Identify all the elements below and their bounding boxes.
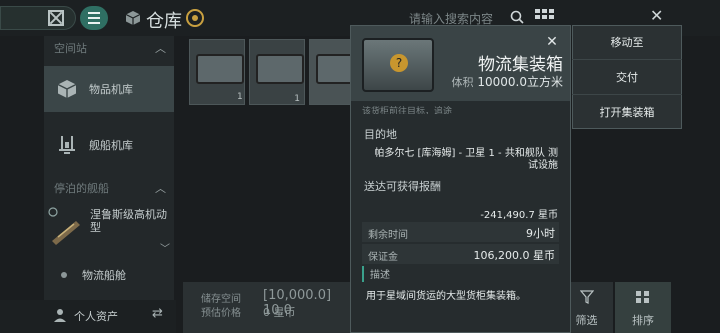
- deliver-button[interactable]: 交付: [572, 61, 682, 95]
- description-text: 用于星域间货运的大型货柜集装箱。: [366, 291, 526, 302]
- remaining-time-value: 9小时: [526, 227, 555, 240]
- sidebar-item-label: 物流船舱: [82, 269, 126, 282]
- storage-summary: 储存空间 预估价格 [10,000.0] 10,0 0 星币: [183, 282, 360, 333]
- deposit-value: 106,200.0 星币: [473, 249, 555, 262]
- section-label: 空间站: [54, 42, 87, 55]
- personal-assets-label[interactable]: 个人资产: [74, 308, 118, 324]
- close-box-icon[interactable]: [48, 10, 64, 26]
- chevron-up-icon: ︿: [155, 42, 166, 55]
- sort-button[interactable]: 排序: [615, 282, 671, 333]
- deposit-label: 保证金: [368, 252, 398, 263]
- section-label: 停泊的舰船: [54, 182, 109, 195]
- remaining-time-row: 剩余时间 9小时: [362, 222, 559, 242]
- menu-line-icon: [88, 12, 100, 14]
- back-button[interactable]: [0, 6, 76, 30]
- grid-view-icon[interactable]: [535, 9, 555, 25]
- sidebar-item-logistics[interactable]: 物流船舱: [44, 252, 174, 298]
- popup-close-icon[interactable]: ✕: [544, 34, 560, 50]
- description-header: 描述: [362, 266, 559, 282]
- chevron-up-icon: ︿: [155, 182, 166, 195]
- search-icon[interactable]: [510, 10, 524, 24]
- menu-line-icon: [88, 17, 100, 19]
- estimated-value: 0 星币: [263, 306, 296, 319]
- swap-icon[interactable]: ⇄: [152, 306, 163, 321]
- section-header-station[interactable]: 空间站 ︿: [44, 40, 174, 58]
- question-mark-icon: ?: [390, 54, 408, 72]
- crate-icon: [256, 54, 304, 84]
- menu-button[interactable]: [80, 6, 108, 30]
- move-to-button[interactable]: 移动至: [572, 26, 682, 60]
- volume-label: 体积: [451, 76, 474, 89]
- currency-icon[interactable]: [186, 9, 204, 27]
- ship-hangar-icon: [59, 136, 75, 154]
- ship-name: 涅鲁斯级高机动型: [90, 208, 167, 234]
- inventory-slot[interactable]: 1: [249, 39, 305, 105]
- item-volume: 体积 10000.0立方米: [438, 73, 563, 90]
- window-close-icon[interactable]: ✕: [650, 8, 666, 24]
- slot-count: 1: [237, 92, 243, 102]
- crate-icon: [196, 54, 244, 84]
- page-title: 仓库: [146, 11, 182, 32]
- remaining-time-label: 剩余时间: [368, 230, 408, 241]
- storage-space-label: 储存空间: [201, 294, 241, 305]
- estimated-value-label: 预估价格: [201, 308, 241, 319]
- logistics-container-icon: ?: [362, 38, 434, 92]
- filter-icon: [580, 290, 594, 304]
- reward-value: -241,490.7 星币: [480, 210, 558, 221]
- menu-line-icon: [88, 22, 100, 24]
- volume-value: 10000.0立方米: [477, 75, 563, 89]
- open-container-button[interactable]: 打开集装箱: [572, 96, 682, 130]
- reward-label: 送达可获得报酬: [364, 180, 441, 193]
- cube-icon: [125, 11, 141, 25]
- destination-label: 目的地: [364, 128, 397, 141]
- slot-count: 1: [294, 94, 300, 104]
- sidebar-item-ship-hangar[interactable]: 舰船机库: [44, 122, 174, 168]
- sidebar-item-label: 舰船机库: [89, 139, 133, 152]
- sidebar-item-item-hangar[interactable]: 物品机库: [44, 66, 174, 112]
- destination-value: 帕多尔七 [库海姆] - 卫星 1 - 共和舰队 测试设施: [374, 148, 558, 171]
- ship-icon: [48, 207, 80, 245]
- sort-icon: [636, 291, 649, 303]
- deposit-row: 保证金 106,200.0 星币: [362, 244, 559, 264]
- bullet-icon: [61, 272, 67, 278]
- button-label: 排序: [632, 314, 654, 327]
- truncated-text: 该货柜前往目标，追途: [362, 107, 453, 114]
- cube-icon: [57, 80, 77, 98]
- user-icon: [54, 309, 66, 322]
- item-title: 物流集装箱: [478, 55, 563, 75]
- sidebar-item-label: 物品机库: [89, 83, 133, 96]
